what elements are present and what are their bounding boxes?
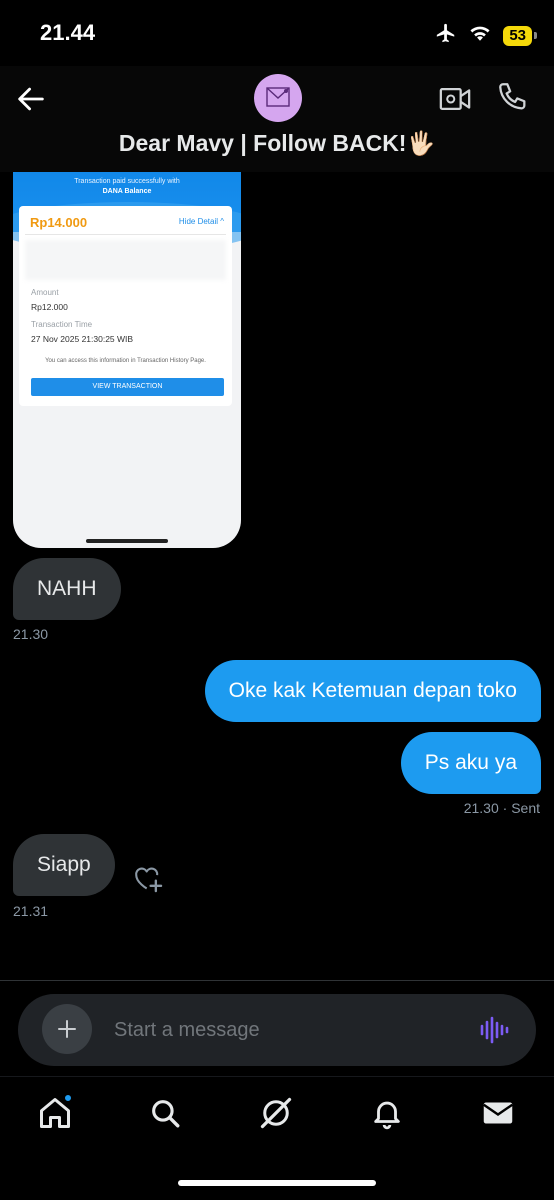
back-button[interactable]: [14, 82, 48, 116]
message-status: 21.30 · Sent: [463, 800, 540, 816]
receipt-amount-value: Rp12.000: [31, 302, 68, 312]
nav-notifications[interactable]: [367, 1093, 407, 1133]
message-timestamp: 21.30: [13, 626, 49, 642]
heart-plus-icon: [135, 867, 163, 893]
grok-icon: [260, 1097, 292, 1129]
add-attachment-button[interactable]: [42, 1004, 92, 1054]
envelope-icon: [483, 1102, 513, 1124]
nav-messages[interactable]: [478, 1093, 518, 1133]
avatar[interactable]: [254, 74, 302, 122]
nav-search[interactable]: [145, 1093, 185, 1133]
receipt-card: Rp14.000 Hide Detail ^ Amount Rp12.000 T…: [19, 206, 232, 406]
nav-grok[interactable]: [256, 1093, 296, 1133]
message-bubble-incoming[interactable]: NAHH: [13, 558, 121, 620]
home-indicator: [178, 1180, 376, 1186]
message-input[interactable]: [114, 1014, 454, 1046]
chat-header: Dear Mavy | Follow BACK!🖐🏻: [0, 66, 554, 172]
search-icon: [152, 1100, 180, 1128]
voice-message-button[interactable]: [478, 1014, 510, 1046]
battery-indicator: 53: [503, 25, 537, 46]
add-reaction-button[interactable]: [131, 862, 165, 894]
chat-title[interactable]: Dear Mavy | Follow BACK!🖐🏻: [0, 130, 554, 157]
notification-dot: [63, 1093, 73, 1103]
voice-call-button[interactable]: [496, 80, 530, 114]
message-bubble-incoming[interactable]: Siapp: [13, 834, 115, 896]
bell-icon: [374, 1101, 400, 1130]
receipt-info: You can access this information in Trans…: [45, 358, 206, 364]
video-call-button[interactable]: [438, 82, 472, 116]
receipt-time-label: Transaction Time: [31, 320, 93, 329]
receipt-view-button: VIEW TRANSACTION: [31, 378, 224, 396]
logo-icon: [266, 87, 290, 107]
arrow-left-icon: [18, 87, 44, 111]
message-bubble-outgoing[interactable]: Ps aku ya: [400, 732, 541, 794]
image-subtitle: Transaction paid successfully with: [74, 178, 180, 185]
receipt-amount-label: Amount: [31, 288, 59, 297]
receipt-time-value: 27 Nov 2025 21:30:25 WIB: [31, 334, 134, 344]
message-composer: [18, 994, 536, 1066]
wifi-icon: [469, 24, 491, 47]
nav-home[interactable]: [35, 1093, 75, 1133]
receipt-hide-detail: Hide Detail ^: [178, 217, 224, 226]
redacted-area: [25, 240, 226, 280]
plus-icon: [58, 1020, 76, 1038]
status-time: 21.44: [40, 20, 96, 45]
voice-wave-icon: [480, 1016, 509, 1044]
airplane-icon: [435, 22, 457, 49]
status-icons: 53: [435, 22, 537, 49]
status-bar: 21.44 53: [0, 0, 554, 66]
message-bubble-outgoing[interactable]: Oke kak Ketemuan depan toko: [204, 660, 541, 722]
video-icon: [439, 87, 471, 111]
image-subtitle-bold: DANA Balance: [102, 188, 152, 195]
receipt-total: Rp14.000: [30, 215, 88, 230]
shared-image-message[interactable]: Transaction paid successfully with DANA …: [13, 172, 241, 548]
message-timestamp: 21.31: [13, 903, 49, 919]
phone-icon: [499, 83, 526, 110]
